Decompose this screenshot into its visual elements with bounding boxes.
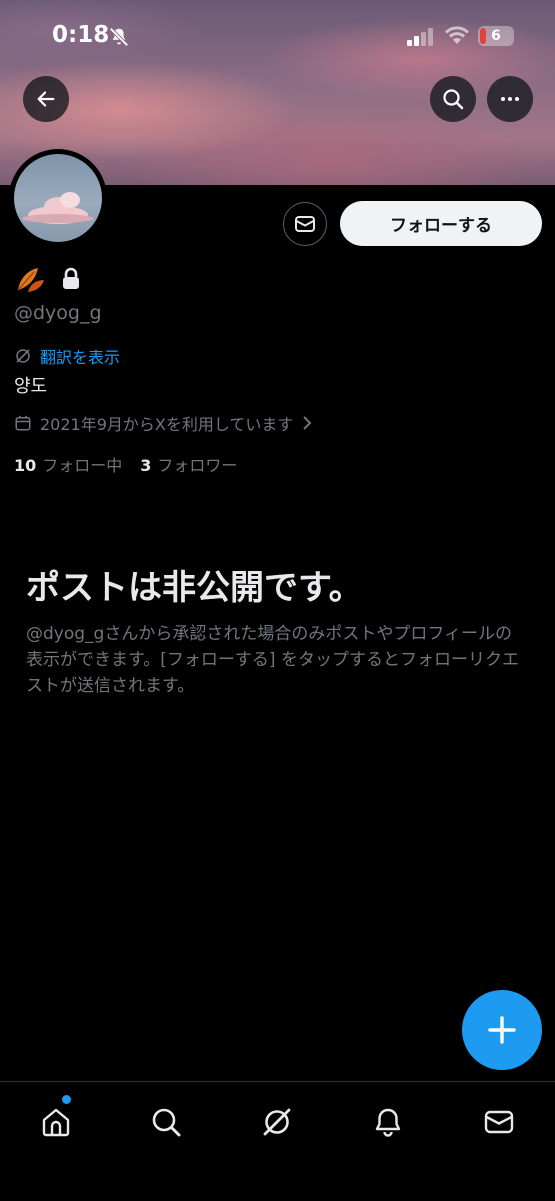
back-button[interactable]: [23, 76, 69, 122]
calendar-icon: [15, 415, 31, 431]
home-notification-dot: [62, 1095, 71, 1104]
following-count: 10: [14, 456, 37, 475]
more-button[interactable]: [487, 76, 533, 122]
more-dots-icon: [501, 97, 519, 101]
envelope-icon: [484, 1110, 514, 1134]
search-icon: [152, 1108, 181, 1137]
battery-level: 6: [491, 28, 501, 44]
autumn-leaves-icon: [17, 268, 44, 292]
bell-icon: [375, 1108, 401, 1137]
chevron-right-icon: [303, 416, 312, 430]
tab-home[interactable]: [36, 1102, 76, 1142]
profile-bio: 양도: [14, 376, 48, 397]
following-link[interactable]: 10 フォロー中: [14, 452, 122, 476]
bottom-tab-bar: [0, 1081, 555, 1201]
compose-post-button[interactable]: [462, 990, 542, 1070]
status-time: 0:18: [52, 22, 110, 48]
grok-icon: [263, 1108, 291, 1136]
display-name: [14, 264, 82, 294]
translate-label[interactable]: 翻訳を表示: [40, 344, 120, 368]
follow-stats: 10 フォロー中 3 フォロワー: [14, 452, 237, 476]
translate-link[interactable]: 翻訳を表示: [14, 344, 120, 368]
lock-icon: [63, 267, 79, 289]
avatar-image: [14, 154, 102, 242]
private-notice-title: ポストは非公開です。: [26, 568, 363, 608]
wifi-icon: [444, 26, 470, 44]
home-icon: [42, 1108, 70, 1137]
bell-slash-icon: [109, 27, 129, 47]
search-button[interactable]: [430, 76, 476, 122]
profile-handle: @dyog_g: [14, 302, 102, 324]
status-bar: 0:18 6: [0, 0, 555, 72]
private-notice-description: @dyog_gさんから承認された場合のみポストやプロフィールの表示ができます。[…: [26, 624, 519, 696]
followers-link[interactable]: 3 フォロワー: [140, 452, 237, 476]
battery-indicator: 6: [478, 26, 514, 46]
tab-notifications[interactable]: [368, 1102, 408, 1142]
joined-text: 2021年9月からXを利用しています: [40, 415, 294, 434]
joined-date[interactable]: 2021年9月からXを利用しています: [14, 411, 313, 435]
grok-icon: [16, 349, 30, 363]
message-button[interactable]: [283, 202, 327, 246]
tab-messages[interactable]: [479, 1102, 519, 1142]
followers-label: フォロワー: [157, 456, 238, 475]
avatar[interactable]: [9, 149, 107, 247]
search-icon: [443, 89, 464, 110]
followers-count: 3: [140, 456, 152, 475]
cellular-signal-icon: [407, 28, 433, 46]
following-label: フォロー中: [42, 456, 123, 475]
arrow-left-icon: [37, 91, 55, 107]
plus-icon: [488, 1016, 516, 1044]
follow-button[interactable]: フォローする: [340, 201, 542, 246]
envelope-icon: [295, 216, 315, 232]
tab-grok[interactable]: [257, 1102, 297, 1142]
tab-search[interactable]: [146, 1102, 186, 1142]
